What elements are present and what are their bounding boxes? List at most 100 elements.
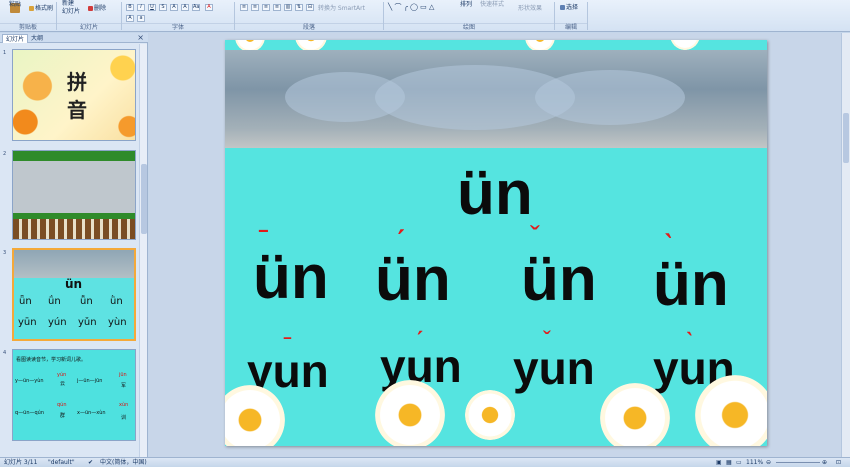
thumb-pinyin: xùn bbox=[119, 402, 129, 408]
tone-mark: ˉ bbox=[283, 331, 293, 362]
spellcheck-icon[interactable]: ✔ bbox=[88, 459, 93, 467]
thumb-row2-item: yún bbox=[48, 317, 67, 328]
tone-mark: ˊ bbox=[395, 224, 407, 262]
thumb-photo bbox=[14, 250, 134, 278]
daisy-decoration bbox=[375, 380, 445, 446]
view-slideshow-icon[interactable]: ▭ bbox=[736, 459, 742, 467]
daisy-decoration bbox=[600, 383, 670, 446]
language-indicator[interactable]: 中文(简体，中国) bbox=[100, 459, 147, 467]
tab-slides[interactable]: 幻灯片 bbox=[2, 34, 29, 43]
zoom-in-icon[interactable]: ⊕ bbox=[822, 459, 827, 467]
zoom-level[interactable]: 111% bbox=[746, 459, 763, 467]
align-center-button[interactable]: ≡ bbox=[251, 4, 259, 11]
quick-styles-button[interactable]: 快速样式 bbox=[480, 1, 504, 9]
status-bar: 幻灯片 3/11 "default" ✔ 中文(简体，中国) ▣ ▦ ▭ 111… bbox=[0, 457, 850, 467]
align-text-button[interactable]: ⊟ bbox=[306, 4, 314, 11]
thumb-syllable: j—ün—jūn bbox=[77, 378, 103, 384]
strikethrough-button[interactable]: S bbox=[159, 4, 167, 11]
thumb-row1-item: ǘn bbox=[48, 296, 61, 307]
close-icon[interactable]: × bbox=[137, 33, 144, 43]
grow-font-button[interactable]: A bbox=[126, 15, 134, 22]
thumb-hanzi: 云 bbox=[60, 381, 66, 387]
font-color-button[interactable]: A bbox=[205, 4, 213, 11]
underline-button[interactable]: U bbox=[148, 4, 156, 11]
slide-thumbnail-4[interactable]: 看图读读音节，学习新词儿歌。 y—ün—yùn yún 云 j—ün—jūn j… bbox=[12, 349, 136, 441]
thumb-syllable: q—ün—qún bbox=[15, 410, 45, 416]
align-right-button[interactable]: ≡ bbox=[262, 4, 270, 11]
slide-title: ün bbox=[457, 159, 533, 228]
shape-effects-button[interactable]: 形状效果 bbox=[518, 5, 542, 13]
pane-scroll-thumb[interactable] bbox=[141, 164, 147, 234]
pane-tabs: 幻灯片 大纲 × bbox=[0, 33, 148, 43]
drawing-group-label: 绘图 bbox=[384, 23, 554, 31]
thumb-syllable: x—ün—xùn bbox=[77, 410, 106, 416]
shadow-button[interactable]: A bbox=[170, 4, 178, 11]
thumb-title-char: 音 bbox=[67, 98, 87, 122]
convert-smartart-button[interactable]: 转换为 SmartArt bbox=[318, 5, 365, 13]
ribbon: 粘贴 格式刷 剪贴板 新建 幻灯片 删除 幻灯片 B I U S A A Aa … bbox=[0, 0, 850, 32]
columns-button[interactable]: ▥ bbox=[284, 4, 292, 11]
tab-outline[interactable]: 大纲 bbox=[28, 34, 46, 43]
delete-icon bbox=[88, 6, 93, 11]
current-slide[interactable]: ün ün ˉ ün ˊ ün ˇ ün ˋ yun ˉ yun ˊ yun ˇ… bbox=[225, 40, 767, 446]
fence-strip bbox=[13, 219, 135, 239]
slides-group-label: 幻灯片 bbox=[57, 23, 121, 31]
cloud-shape bbox=[535, 70, 685, 125]
editing-group-label: 编辑 bbox=[555, 23, 587, 31]
slide-thumbnail-3[interactable]: ün ǖn ǘn ǚn ǜn yūn yún yǔn yùn bbox=[12, 248, 136, 341]
thumb-row2-item: yūn bbox=[18, 317, 37, 328]
thumb-row2-item: yùn bbox=[108, 317, 127, 328]
font-group-label: 字体 bbox=[122, 23, 234, 31]
thumb-row1-item: ǖn bbox=[19, 296, 32, 307]
thumb-row1-item: ǜn bbox=[110, 296, 123, 307]
delete-button[interactable]: 删除 bbox=[94, 5, 106, 13]
paste-button[interactable]: 粘贴 bbox=[9, 1, 21, 9]
view-sorter-icon[interactable]: ▦ bbox=[726, 459, 732, 467]
thumb-title-char: 拼 bbox=[67, 70, 87, 94]
slide-number: 4 bbox=[3, 350, 7, 356]
select-icon bbox=[560, 5, 565, 10]
daisy-decoration bbox=[695, 375, 767, 446]
select-button[interactable]: 选择 bbox=[566, 4, 578, 12]
editor-scrollbar[interactable] bbox=[841, 33, 850, 457]
slide-thumbnail-1[interactable]: 拼 音 bbox=[12, 49, 136, 141]
thumb-hanzi: 群 bbox=[60, 413, 66, 419]
zoom-out-icon[interactable]: ⊖ bbox=[766, 459, 771, 467]
editor-scroll-thumb[interactable] bbox=[843, 113, 849, 163]
pinyin-row2-item: yun bbox=[513, 342, 595, 394]
new-slide-button[interactable]: 新建 幻灯片 bbox=[62, 0, 80, 16]
thumb-title: ün bbox=[65, 277, 83, 291]
thumb-row1-item: ǚn bbox=[80, 296, 93, 307]
shapes-gallery[interactable]: ╲ ⌒ ╭ ◯ ▭ △ bbox=[388, 3, 434, 11]
spacing-button[interactable]: A bbox=[181, 4, 189, 11]
thumb-syllable: y—ün—yùn bbox=[15, 378, 44, 384]
thumb-pinyin: qún bbox=[57, 402, 67, 408]
slide-number: 3 bbox=[3, 250, 7, 256]
tone-mark: ˋ bbox=[685, 327, 695, 358]
bold-button[interactable]: B bbox=[126, 4, 134, 11]
pinyin-row1-item: ün bbox=[375, 245, 451, 314]
pane-scrollbar[interactable] bbox=[139, 44, 147, 457]
tone-mark: ˇ bbox=[530, 221, 540, 254]
sky-photo bbox=[225, 50, 767, 148]
paragraph-group-label: 段落 bbox=[235, 23, 383, 31]
justify-button[interactable]: ≡ bbox=[273, 4, 281, 11]
pinyin-row1-item: ün bbox=[521, 245, 597, 314]
thumb-header: 看图读读音节，学习新词儿歌。 bbox=[16, 357, 87, 363]
change-case-button[interactable]: Aa bbox=[192, 4, 200, 11]
align-left-button[interactable]: ≡ bbox=[240, 4, 248, 11]
italic-button[interactable]: I bbox=[137, 4, 145, 11]
view-normal-icon[interactable]: ▣ bbox=[716, 459, 722, 467]
shrink-font-button[interactable]: a bbox=[137, 15, 145, 22]
slide-thumbnail-2[interactable] bbox=[12, 150, 136, 240]
text-direction-button[interactable]: ⇅ bbox=[295, 4, 303, 11]
thumb-pinyin: yún bbox=[57, 372, 67, 378]
format-painter-button[interactable]: 格式刷 bbox=[35, 5, 53, 13]
slide-counter: 幻灯片 3/11 bbox=[4, 459, 38, 466]
divider bbox=[587, 2, 588, 30]
zoom-slider[interactable] bbox=[776, 462, 820, 463]
theme-name: "default" bbox=[48, 459, 75, 466]
arrange-button[interactable]: 排列 bbox=[460, 1, 472, 9]
fit-window-icon[interactable]: ⊡ bbox=[836, 459, 841, 467]
daisy-decoration bbox=[465, 390, 515, 440]
